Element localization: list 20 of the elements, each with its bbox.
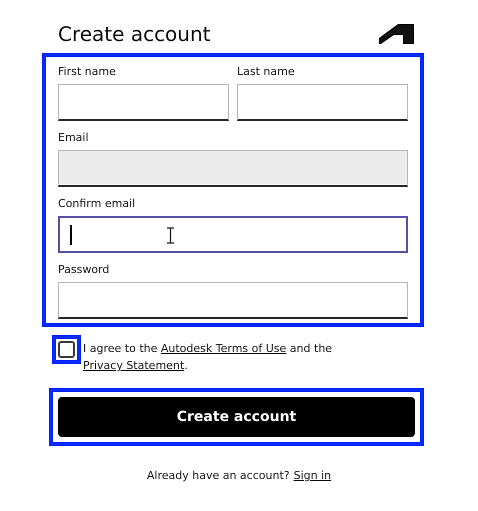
text-cursor-icon [167,227,174,244]
sign-in-link[interactable]: Sign in [294,468,332,484]
agreement-text: I agree to the Autodesk Terms of Use and the Privacy Statement. [83,341,334,374]
field-label: Last name [237,65,296,79]
field-label: Email [58,131,90,145]
logo-icon [379,24,414,44]
create-account-button[interactable]: Create account [58,397,415,437]
page-title: Create account [58,24,210,44]
link[interactable]: Privacy Statement [83,359,184,372]
field-label: First name [58,65,117,79]
caret-icon [70,225,72,245]
input-field[interactable] [58,216,408,253]
input-field[interactable] [58,84,229,121]
field-label: Confirm email [58,197,136,211]
link[interactable]: Autodesk Terms of Use [160,342,286,355]
input-field[interactable] [237,84,408,121]
sign-in-prompt: Already have an account? [146,468,290,484]
checkbox[interactable] [58,341,75,358]
field-label: Password [58,263,110,277]
input-field[interactable] [58,282,408,319]
